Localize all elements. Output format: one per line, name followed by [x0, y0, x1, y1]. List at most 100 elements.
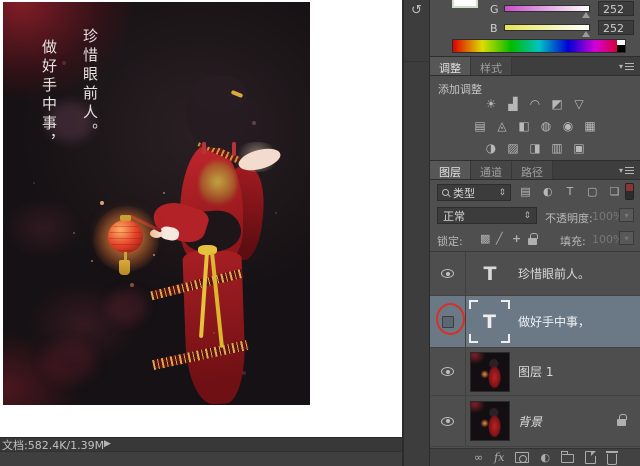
layer-row-text-2-selected[interactable]: T 做好手中事， [430, 296, 640, 348]
layer-filter-toggle[interactable] [625, 183, 634, 200]
visibility-toggle[interactable] [430, 296, 466, 347]
layer-name[interactable]: 背景 [518, 413, 542, 430]
color-spectrum-ramp[interactable] [452, 39, 626, 53]
filter-adjustment-layers-button[interactable]: ◐ [540, 184, 555, 200]
hue-saturation-icon[interactable]: ▤ [473, 119, 488, 133]
filter-pixel-layers-button[interactable]: ▤ [518, 184, 533, 200]
layer-row-image-1[interactable]: 图层 1 [430, 348, 640, 396]
layers-panel-menu[interactable]: ▾ [619, 166, 634, 175]
posterize-icon[interactable]: ▨ [506, 141, 521, 155]
layer-filter-row: 类型 ⇕ ▤ ◐ T ▢ ❏ [430, 181, 640, 204]
filter-smart-objects-button[interactable]: ❏ [607, 184, 622, 200]
layer-name[interactable]: 图层 1 [518, 363, 553, 380]
updown-arrows-icon: ⇕ [523, 211, 531, 221]
image-layer-thumbnail[interactable] [470, 401, 510, 441]
new-adjustment-layer-button[interactable]: ◐ [540, 452, 550, 463]
green-slider[interactable] [504, 5, 590, 12]
lock-image-pixels-icon[interactable]: ╱ [496, 232, 503, 245]
updown-arrows-icon: ⇕ [498, 188, 506, 198]
blend-mode-row: 正常 ⇕ 不透明度: 100% ▾ [430, 205, 640, 228]
selective-color-icon[interactable]: ▣ [572, 141, 587, 155]
artwork-bokeh [43, 342, 95, 382]
layer-row-background[interactable]: 背景 [430, 396, 640, 447]
channel-mixer-icon[interactable]: ◉ [561, 119, 576, 133]
image-layer-thumbnail[interactable] [470, 352, 510, 392]
artwork-tassel [119, 260, 130, 275]
vibrance-icon[interactable]: ▽ [572, 97, 587, 111]
add-adjustment-label: 添加调整 [438, 81, 482, 97]
fill-dropdown-button[interactable]: ▾ [619, 231, 634, 245]
tab-styles[interactable]: 样式 [471, 57, 512, 75]
exposure-icon[interactable]: ◩ [550, 97, 565, 111]
panel-dock-strip: ↺ [402, 0, 430, 466]
opacity-dropdown-button[interactable]: ▾ [619, 208, 634, 222]
artwork-sparkles [3, 2, 5, 4]
layer-list: T 珍惜眼前人。 T 做好手中事， [430, 251, 640, 448]
new-group-button[interactable] [561, 454, 574, 463]
black-swatch[interactable] [617, 45, 625, 52]
fill-label: 填充: [560, 233, 586, 249]
levels-icon[interactable]: ▟ [506, 97, 521, 111]
add-layer-mask-button[interactable] [515, 452, 529, 463]
fill-value[interactable]: 100% [592, 230, 622, 246]
search-icon [442, 189, 449, 196]
tab-paths[interactable]: 路径 [512, 161, 553, 179]
green-value-field[interactable]: 252 [598, 1, 634, 16]
blue-value-field[interactable]: 252 [598, 20, 634, 35]
blend-mode-value: 正常 [443, 208, 465, 224]
history-panel-icon[interactable]: ↺ [409, 4, 425, 20]
color-balance-icon[interactable]: ◬ [495, 119, 510, 133]
artwork-peony-pattern [199, 160, 237, 208]
artwork-bokeh [107, 290, 147, 324]
tab-channels[interactable]: 通道 [471, 161, 512, 179]
filter-type-layers-button[interactable]: T [563, 184, 578, 200]
color-panel: G 252 B 252 [430, 0, 640, 57]
filter-type-dropdown[interactable]: 类型 ⇕ [437, 184, 511, 201]
selection-corner [501, 334, 510, 343]
opacity-value[interactable]: 100% [592, 207, 622, 223]
blue-slider[interactable] [504, 24, 590, 31]
adjustments-panel-menu[interactable]: ▾ [619, 62, 634, 71]
color-lookup-icon[interactable]: ▦ [583, 119, 598, 133]
artwork-earring [202, 142, 206, 154]
filter-shape-layers-button[interactable]: ▢ [585, 184, 600, 200]
lock-row: 锁定: ▩ ╱ + 填充: 100% ▾ [430, 228, 640, 251]
lock-transparent-pixels-icon[interactable]: ▩ [480, 232, 490, 245]
visibility-toggle[interactable] [430, 396, 466, 446]
text-layer-thumbnail-selected[interactable]: T [469, 300, 510, 343]
tab-adjustments[interactable]: 调整 [430, 57, 471, 75]
visibility-toggle[interactable] [430, 348, 466, 395]
new-layer-button[interactable] [585, 451, 596, 464]
status-expand-arrow[interactable]: ▶ [104, 439, 111, 449]
selection-corner [469, 300, 478, 309]
visibility-toggle[interactable] [430, 252, 466, 295]
visibility-empty-checkbox[interactable] [442, 316, 454, 328]
lock-position-icon[interactable]: + [512, 232, 521, 245]
green-slider-thumb[interactable] [582, 12, 590, 18]
photoshop-window: 珍惜眼前人。 做好手中事， 文档:582.4K/1.39M ▶ ↺ G 252 [0, 0, 640, 466]
layer-style-button[interactable]: fx [494, 452, 504, 463]
text-layer-thumbnail[interactable]: T [470, 263, 510, 285]
invert-icon[interactable]: ◑ [484, 141, 499, 155]
link-layers-button[interactable]: ∞ [474, 452, 483, 463]
menu-lines-icon [625, 167, 634, 174]
layer-name[interactable]: 做好手中事， [518, 313, 590, 330]
document-background: 珍惜眼前人。 做好手中事， 文档:582.4K/1.39M ▶ [0, 0, 402, 437]
canvas[interactable]: 珍惜眼前人。 做好手中事， [3, 2, 310, 405]
layer-row-text-1[interactable]: T 珍惜眼前人。 [430, 252, 640, 296]
brightness-contrast-icon[interactable]: ☀ [484, 97, 499, 111]
threshold-icon[interactable]: ◨ [528, 141, 543, 155]
selection-corner [469, 334, 478, 343]
tab-layers[interactable]: 图层 [430, 161, 471, 179]
eye-icon [441, 417, 454, 426]
lock-all-icon[interactable] [528, 238, 537, 245]
curves-icon[interactable]: ◠ [528, 97, 543, 111]
layer-name[interactable]: 珍惜眼前人。 [518, 265, 590, 282]
delete-layer-button[interactable] [607, 454, 617, 465]
photo-filter-icon[interactable]: ◍ [539, 119, 554, 133]
blue-slider-thumb[interactable] [582, 31, 590, 37]
gradient-map-icon[interactable]: ▥ [550, 141, 565, 155]
adjustments-panel: 调整 样式 ▾ 添加调整 ☀ ▟ ◠ ◩ ▽ ▤ ◬ ◧ ◍ ◉ [430, 57, 640, 161]
blend-mode-dropdown[interactable]: 正常 ⇕ [437, 207, 537, 224]
black-white-icon[interactable]: ◧ [517, 119, 532, 133]
